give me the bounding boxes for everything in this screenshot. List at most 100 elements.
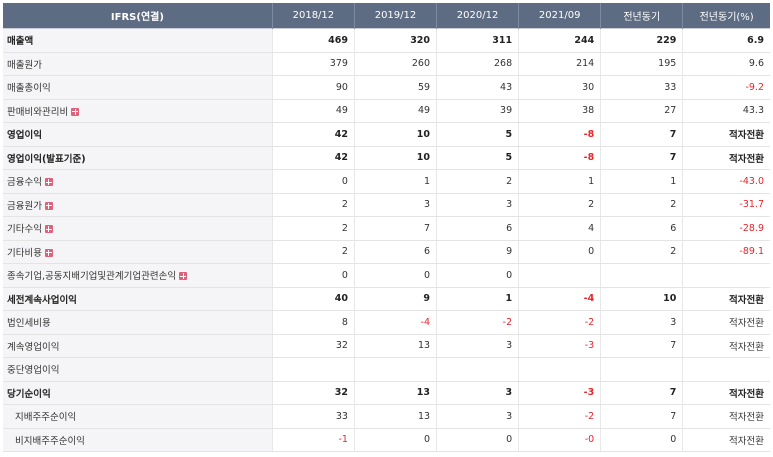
value-cell: -4 <box>353 310 437 335</box>
row-label-cell: 비지배주주순이익 <box>3 428 273 452</box>
row-label: 영업이익 <box>7 130 42 142</box>
value-cell: 0 <box>271 263 355 288</box>
value-cell: 311 <box>436 28 519 53</box>
table-row: 금융원가 2 3 3 2 2 -31.7 <box>3 193 770 217</box>
value-cell: 38 <box>518 99 601 123</box>
row-label: 매출원가 <box>7 59 42 71</box>
value-cell: 320 <box>353 28 437 53</box>
row-label-cell[interactable]: 금융수익 <box>3 169 273 194</box>
row-label: 계속영업이익 <box>7 341 60 353</box>
row-label-cell: 영업이익 <box>3 122 273 147</box>
table-row: 매출총이익 90 59 43 30 33 -9.2 <box>3 75 770 100</box>
value-cell: 40 <box>271 287 355 311</box>
row-label-cell[interactable]: 금융원가 <box>3 193 273 217</box>
value-cell <box>353 357 437 382</box>
value-cell: -3 <box>518 334 601 358</box>
value-cell: 3 <box>600 310 683 335</box>
expand-plus-icon[interactable] <box>44 225 53 234</box>
table-row: 기타비용 2 6 9 0 2 -89.1 <box>3 240 770 264</box>
value-cell: 49 <box>353 99 437 123</box>
row-label: 금융수익 <box>7 177 42 189</box>
table-row: 매출액 469 320 311 244 229 6.9 <box>3 28 770 53</box>
value-cell: 2 <box>436 169 519 194</box>
value-cell: 적자전환 <box>682 381 770 405</box>
row-label: 매출액 <box>7 36 34 48</box>
value-cell: 적자전환 <box>682 428 770 452</box>
income-statement-table: IFRS(연결) 2018/12 2019/12 2020/12 2021/09… <box>3 3 770 452</box>
value-cell: 0 <box>271 169 355 194</box>
expand-plus-icon[interactable] <box>179 272 188 281</box>
row-label: 비지배주주순이익 <box>15 435 85 447</box>
value-cell: 32 <box>271 334 355 358</box>
value-cell: 적자전환 <box>682 310 770 335</box>
row-label-cell[interactable]: 종속기업,공동지배기업및관계기업관련손익 <box>3 263 273 288</box>
value-cell <box>682 357 770 382</box>
value-cell: 195 <box>600 52 683 76</box>
value-cell <box>518 263 601 288</box>
row-label-cell[interactable]: 판매비와관리비 <box>3 99 273 123</box>
value-cell: 5 <box>436 146 519 170</box>
value-cell <box>271 357 355 382</box>
row-label-cell: 매출총이익 <box>3 75 273 100</box>
value-cell: -4 <box>518 287 601 311</box>
value-cell: 7 <box>600 146 683 170</box>
value-cell: -89.1 <box>682 240 770 264</box>
value-cell: 10 <box>600 287 683 311</box>
table-row: 중단영업이익 <box>3 357 770 382</box>
table-row: 계속영업이익 32 13 3 -3 7 적자전환 <box>3 334 770 358</box>
value-cell: 469 <box>271 28 355 53</box>
value-cell: 42 <box>271 122 355 147</box>
expand-plus-icon[interactable] <box>71 107 80 116</box>
row-label-cell: 계속영업이익 <box>3 334 273 358</box>
value-cell: 7 <box>600 381 683 405</box>
value-cell: 2 <box>600 240 683 264</box>
expand-plus-icon[interactable] <box>44 248 53 257</box>
row-label-cell: 중단영업이익 <box>3 357 273 382</box>
value-cell: -2 <box>436 310 519 335</box>
value-cell: 33 <box>271 404 355 429</box>
row-label-cell[interactable]: 기타비용 <box>3 240 273 264</box>
value-cell: 10 <box>353 146 437 170</box>
row-label-cell: 지배주주순이익 <box>3 404 273 429</box>
row-label-cell: 매출액 <box>3 28 273 53</box>
value-cell: 0 <box>600 428 683 452</box>
row-label: 금융원가 <box>7 200 42 212</box>
value-cell: 적자전환 <box>682 334 770 358</box>
row-label: 종속기업,공동지배기업및관계기업관련손익 <box>7 271 177 283</box>
row-label-cell: 세전계속사업이익 <box>3 287 273 311</box>
row-label: 법인세비용 <box>7 318 51 330</box>
value-cell: -28.9 <box>682 216 770 241</box>
expand-plus-icon[interactable] <box>44 201 53 210</box>
header-col-2019-12: 2019/12 <box>353 3 437 29</box>
table-row: 당기순이익 32 13 3 -3 7 적자전환 <box>3 381 770 405</box>
value-cell: 6 <box>600 216 683 241</box>
value-cell: 0 <box>518 240 601 264</box>
value-cell: -9.2 <box>682 75 770 100</box>
row-label: 기타수익 <box>7 224 42 236</box>
value-cell: 2 <box>271 193 355 217</box>
value-cell: 7 <box>353 216 437 241</box>
value-cell: 10 <box>353 122 437 147</box>
value-cell: 32 <box>271 381 355 405</box>
value-cell: 3 <box>436 334 519 358</box>
value-cell: 1 <box>353 169 437 194</box>
row-label-cell[interactable]: 기타수익 <box>3 216 273 241</box>
value-cell <box>682 263 770 288</box>
table-row: 영업이익(발표기준) 42 10 5 -8 7 적자전환 <box>3 146 770 170</box>
value-cell: 0 <box>353 263 437 288</box>
row-label: 기타비용 <box>7 247 42 259</box>
value-cell: 적자전환 <box>682 122 770 147</box>
row-label: 판매비와관리비 <box>7 106 69 118</box>
header-col-prev-period: 전년동기 <box>600 3 683 29</box>
table-row: 매출원가 379 260 268 214 195 9.6 <box>3 52 770 76</box>
value-cell: 1 <box>600 169 683 194</box>
table-row: 판매비와관리비 49 49 39 38 27 43.3 <box>3 99 770 123</box>
header-col-2018-12: 2018/12 <box>271 3 355 29</box>
expand-plus-icon[interactable] <box>44 178 53 187</box>
value-cell: 4 <box>518 216 601 241</box>
value-cell: -8 <box>518 122 601 147</box>
value-cell: 3 <box>436 193 519 217</box>
table-row: 영업이익 42 10 5 -8 7 적자전환 <box>3 122 770 147</box>
value-cell: -43.0 <box>682 169 770 194</box>
value-cell: -0 <box>518 428 601 452</box>
